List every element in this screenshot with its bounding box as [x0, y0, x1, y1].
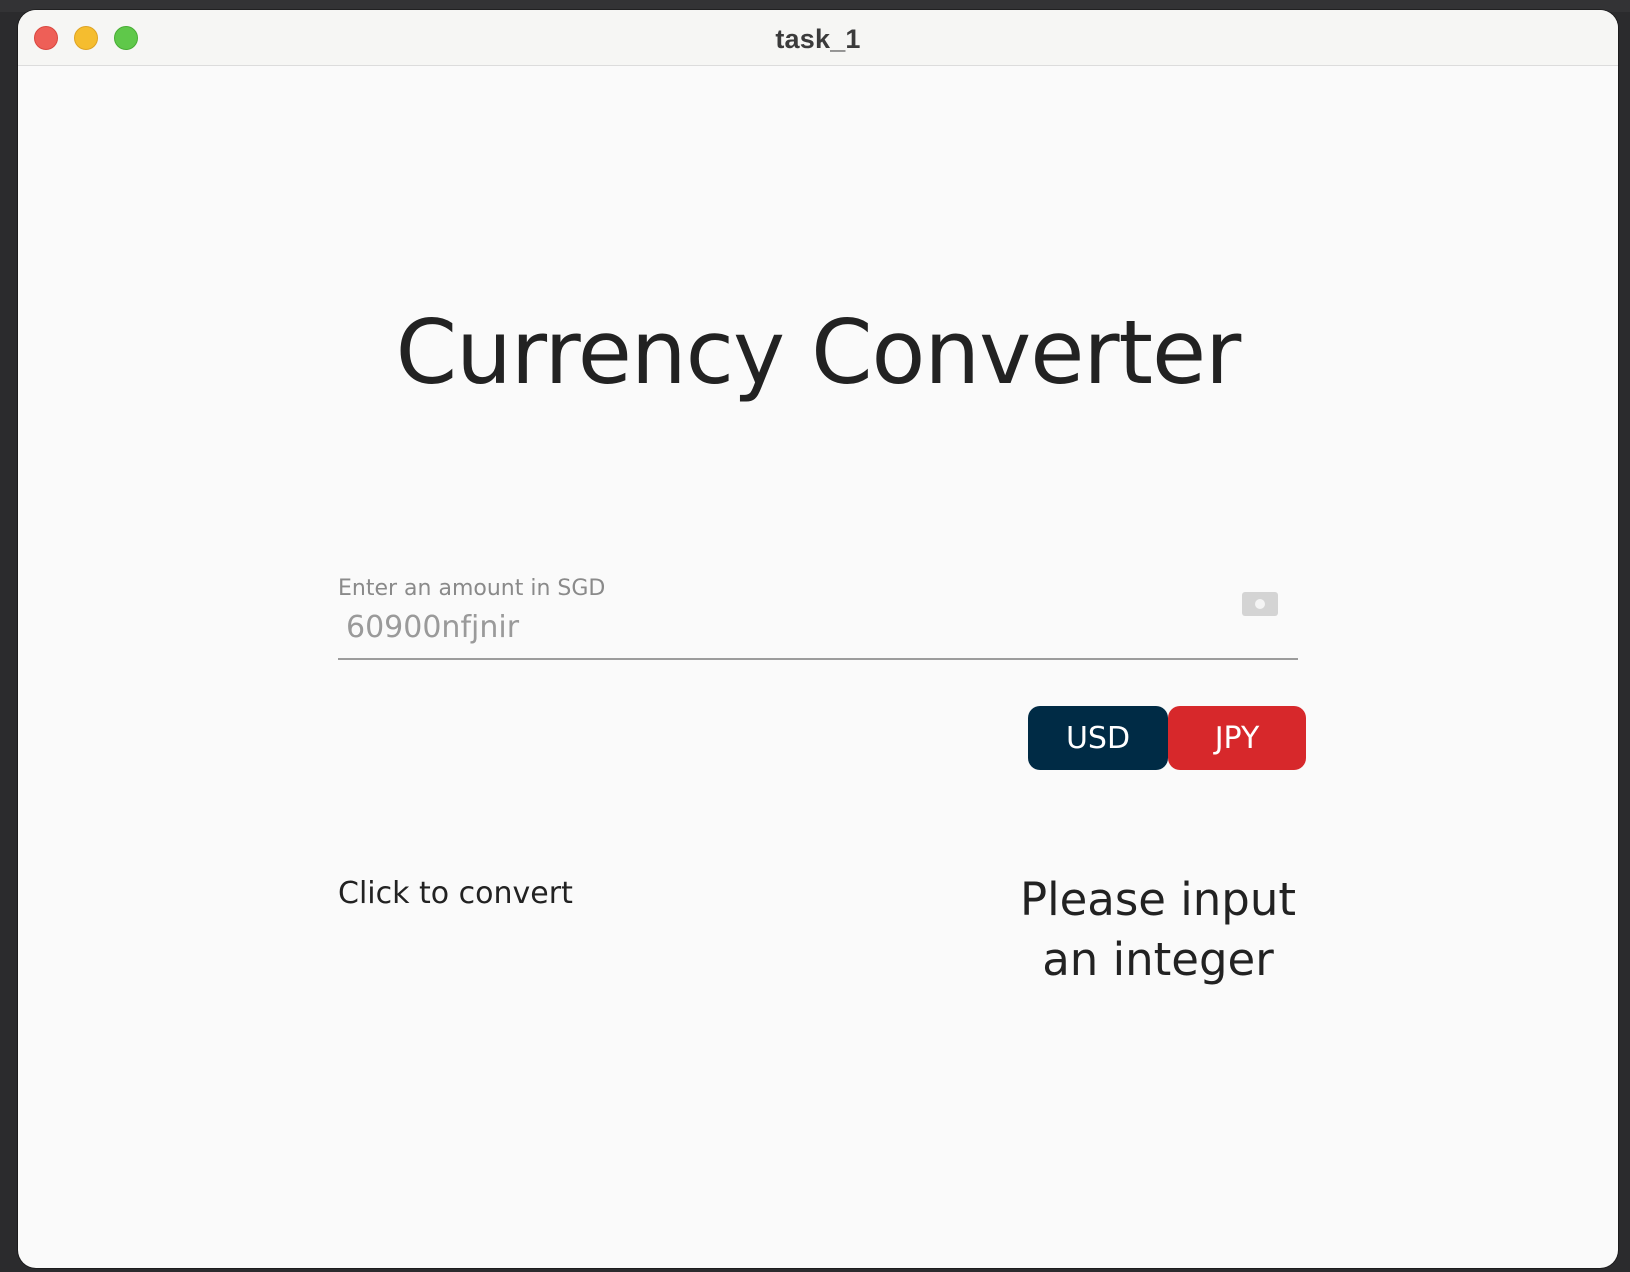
amount-field[interactable]: Enter an amount in SGD — [338, 576, 1298, 660]
usd-button[interactable]: USD — [1028, 706, 1168, 770]
title-bar[interactable]: task_1 — [18, 10, 1618, 66]
main-content: Currency Converter Enter an amount in SG… — [18, 66, 1618, 1268]
result-message: Please input an integer — [978, 870, 1338, 990]
app-window: task_1 Currency Converter Enter an amoun… — [18, 10, 1618, 1268]
amount-input[interactable] — [346, 610, 1226, 645]
convert-button[interactable]: Click to convert — [338, 876, 573, 911]
jpy-button[interactable]: JPY — [1168, 706, 1306, 770]
window-title: task_1 — [775, 24, 861, 54]
result-line-2: an integer — [1042, 933, 1274, 986]
page-title: Currency Converter — [395, 301, 1242, 404]
money-icon — [1242, 592, 1278, 616]
result-line-1: Please input — [1019, 873, 1297, 926]
desktop-background: task_1 Currency Converter Enter an amoun… — [0, 0, 1630, 1272]
amount-field-label: Enter an amount in SGD — [338, 576, 606, 601]
